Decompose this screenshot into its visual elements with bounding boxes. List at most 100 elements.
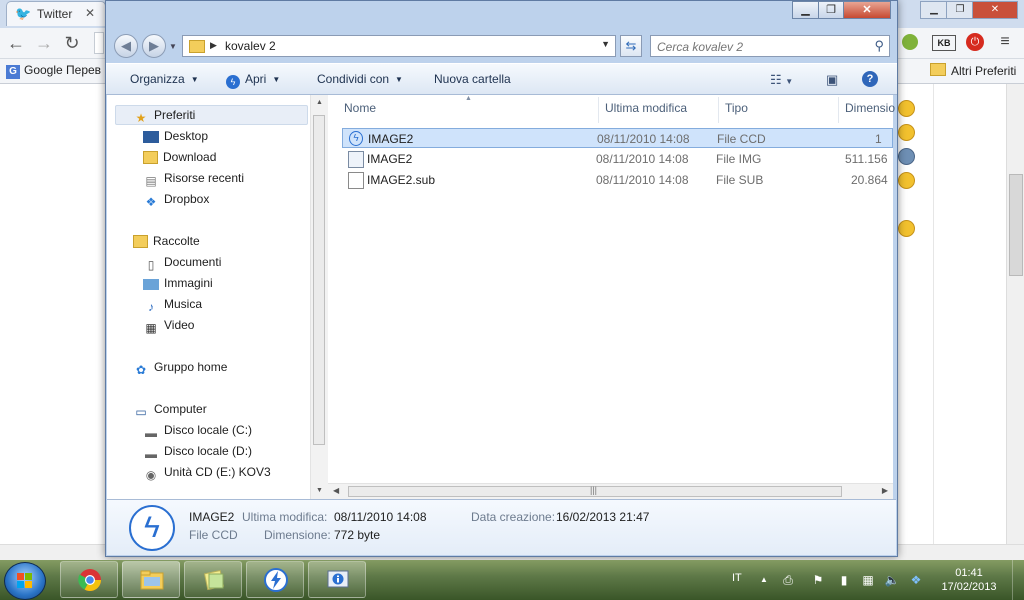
taskbar-info-app[interactable] bbox=[308, 561, 366, 598]
view-options-icon[interactable]: ☷ ▼ bbox=[770, 72, 793, 88]
search-box[interactable]: ⚲ bbox=[650, 35, 890, 57]
scroll-right-icon[interactable]: ▶ bbox=[882, 486, 888, 495]
language-indicator[interactable]: IT bbox=[732, 572, 742, 584]
action-center-flag-icon[interactable]: ⚑ bbox=[810, 572, 826, 588]
table-row[interactable]: IMAGE2 08/11/2010 14:08 File IMG 511.156 bbox=[342, 149, 893, 169]
nav-label: Documenti bbox=[164, 255, 222, 269]
column-header-size[interactable]: Dimensio bbox=[845, 101, 895, 115]
column-header-type[interactable]: Tipo bbox=[725, 101, 748, 115]
column-separator[interactable] bbox=[838, 97, 839, 123]
maximize-button[interactable]: ❐ bbox=[818, 1, 844, 19]
recent-pages-dropdown[interactable]: ▼ bbox=[169, 42, 177, 51]
open-button[interactable]: ϟ Apri ▼ bbox=[226, 72, 280, 89]
start-button[interactable] bbox=[4, 562, 46, 600]
file-list-scrollbar[interactable]: ◀ ||| ▶ bbox=[328, 483, 893, 500]
google-translate-icon: G bbox=[6, 65, 20, 79]
show-desktop-button[interactable] bbox=[1012, 560, 1024, 600]
share-label: Condividi con bbox=[317, 72, 390, 86]
nav-item-pictures[interactable]: Immagini bbox=[143, 276, 213, 290]
table-row[interactable]: ϟ IMAGE2 08/11/2010 14:08 File CCD 1 bbox=[342, 128, 893, 148]
wrench-menu-icon[interactable]: ≡ bbox=[996, 33, 1014, 51]
nav-item-libraries[interactable]: Raccolte bbox=[133, 234, 200, 248]
forward-button[interactable]: ▶ bbox=[142, 34, 166, 58]
organize-button[interactable]: Organizza ▼ bbox=[130, 72, 199, 86]
nav-item-desktop[interactable]: Desktop bbox=[143, 129, 208, 143]
kb-extension-icon[interactable]: KB bbox=[932, 35, 956, 51]
close-button[interactable]: ✕ bbox=[843, 1, 891, 19]
nav-item-documents[interactable]: ▯ Documenti bbox=[143, 255, 222, 272]
clock[interactable]: 01:41 17/02/2013 bbox=[934, 566, 1004, 594]
scroll-down-icon[interactable]: ▼ bbox=[316, 487, 323, 494]
search-icon[interactable]: ⚲ bbox=[874, 38, 884, 54]
share-button[interactable]: Condividi con ▼ bbox=[317, 72, 403, 86]
chevron-down-icon[interactable]: ▼ bbox=[601, 39, 610, 49]
minimize-button[interactable]: ▁ bbox=[792, 1, 819, 19]
scroll-thumb[interactable] bbox=[313, 115, 325, 445]
breadcrumb[interactable]: kovalev 2 bbox=[225, 39, 276, 53]
forward-arrow-icon[interactable]: → bbox=[34, 33, 54, 53]
file-name: IMAGE2.sub bbox=[367, 173, 436, 187]
recent-places-icon: ▤ bbox=[145, 174, 157, 188]
twitter-bird-icon: 🐦 bbox=[15, 6, 32, 21]
address-bar[interactable]: ▶ kovalev 2 ▼ bbox=[182, 35, 616, 57]
close-icon[interactable]: ✕ bbox=[85, 6, 95, 20]
folder-icon bbox=[189, 40, 205, 53]
page-scrollbar-vertical[interactable] bbox=[1006, 84, 1024, 544]
network-icon[interactable]: ▦ bbox=[860, 572, 876, 588]
bookmark-google-translate[interactable]: G Google Перев bbox=[6, 63, 101, 79]
battery-icon[interactable]: ▮ bbox=[836, 572, 852, 588]
nav-scrollbar[interactable]: ▲ ▼ bbox=[310, 95, 328, 499]
omnibox-edge[interactable] bbox=[94, 32, 104, 54]
nav-item-download[interactable]: Download bbox=[143, 150, 216, 164]
table-row[interactable]: IMAGE2.sub 08/11/2010 14:08 File SUB 20.… bbox=[342, 170, 893, 190]
preview-pane-icon[interactable]: ▣ bbox=[826, 72, 838, 88]
dropbox-icon[interactable]: ❖ bbox=[908, 572, 924, 588]
back-arrow-icon[interactable]: ← bbox=[6, 33, 26, 53]
file-name: IMAGE2 bbox=[368, 132, 414, 146]
column-separator[interactable] bbox=[598, 97, 599, 123]
scroll-thumb[interactable] bbox=[1009, 174, 1023, 276]
nav-item-music[interactable]: ♪ Musica bbox=[143, 297, 202, 314]
reload-icon[interactable]: ↻ bbox=[62, 33, 82, 53]
cd-drive-icon: ◉ bbox=[145, 468, 157, 482]
adblock-icon[interactable]: ⏻ bbox=[966, 33, 984, 51]
taskbar-explorer[interactable] bbox=[122, 561, 180, 598]
breadcrumb-separator-icon[interactable]: ▶ bbox=[210, 40, 217, 51]
help-icon[interactable]: ? bbox=[862, 71, 878, 87]
printer-icon[interactable]: ⎙ bbox=[780, 572, 796, 588]
taskbar-sticky-notes[interactable] bbox=[184, 561, 242, 598]
nav-item-disk-d[interactable]: ▬ Disco locale (D:) bbox=[143, 444, 252, 461]
maximize-button[interactable]: ❐ bbox=[946, 1, 974, 19]
libraries-icon bbox=[133, 235, 148, 248]
column-header-modified[interactable]: Ultima modifica bbox=[605, 101, 687, 115]
nav-item-cd-e[interactable]: ◉ Unità CD (E:) KOV3 bbox=[143, 465, 271, 482]
scroll-left-icon[interactable]: ◀ bbox=[333, 486, 339, 495]
taskbar-chrome[interactable] bbox=[60, 561, 118, 598]
search-input[interactable] bbox=[655, 38, 865, 56]
clock-date: 17/02/2013 bbox=[941, 581, 997, 593]
nav-item-computer[interactable]: ▭ Computer bbox=[133, 402, 206, 419]
refresh-button[interactable]: ⇆ bbox=[620, 35, 642, 57]
nav-item-homegroup[interactable]: ✿ Gruppo home bbox=[133, 360, 227, 377]
extension-green-icon[interactable] bbox=[902, 34, 918, 50]
nav-item-video[interactable]: ▦ Video bbox=[143, 318, 194, 335]
nav-item-dropbox[interactable]: ❖ Dropbox bbox=[143, 192, 210, 209]
nav-item-disk-c[interactable]: ▬ Disco locale (C:) bbox=[143, 423, 252, 440]
volume-icon[interactable]: 🔈 bbox=[884, 572, 900, 588]
column-header-name[interactable]: Nome bbox=[344, 101, 376, 115]
nav-item-favorites[interactable]: ★ Preferiti bbox=[133, 108, 196, 125]
tab-twitter[interactable]: 🐦 Twitter ✕ bbox=[6, 1, 106, 26]
column-separator[interactable] bbox=[718, 97, 719, 123]
system-info-icon bbox=[327, 570, 349, 588]
back-button[interactable]: ◀ bbox=[114, 34, 138, 58]
scroll-up-icon[interactable]: ▲ bbox=[316, 99, 323, 106]
nav-item-recent[interactable]: ▤ Risorse recenti bbox=[143, 171, 244, 188]
new-folder-button[interactable]: Nuova cartella bbox=[434, 72, 511, 86]
taskbar-daemon-tools[interactable] bbox=[246, 561, 304, 598]
minimize-button[interactable]: ▁ bbox=[920, 1, 948, 19]
bookmark-other[interactable]: Altri Preferiti bbox=[930, 63, 1016, 78]
details-created-value: 16/02/2013 21:47 bbox=[556, 510, 650, 524]
close-button[interactable]: ✕ bbox=[972, 1, 1018, 19]
clock-time: 01:41 bbox=[955, 567, 983, 579]
show-hidden-icons-icon[interactable]: ▲ bbox=[756, 572, 772, 588]
